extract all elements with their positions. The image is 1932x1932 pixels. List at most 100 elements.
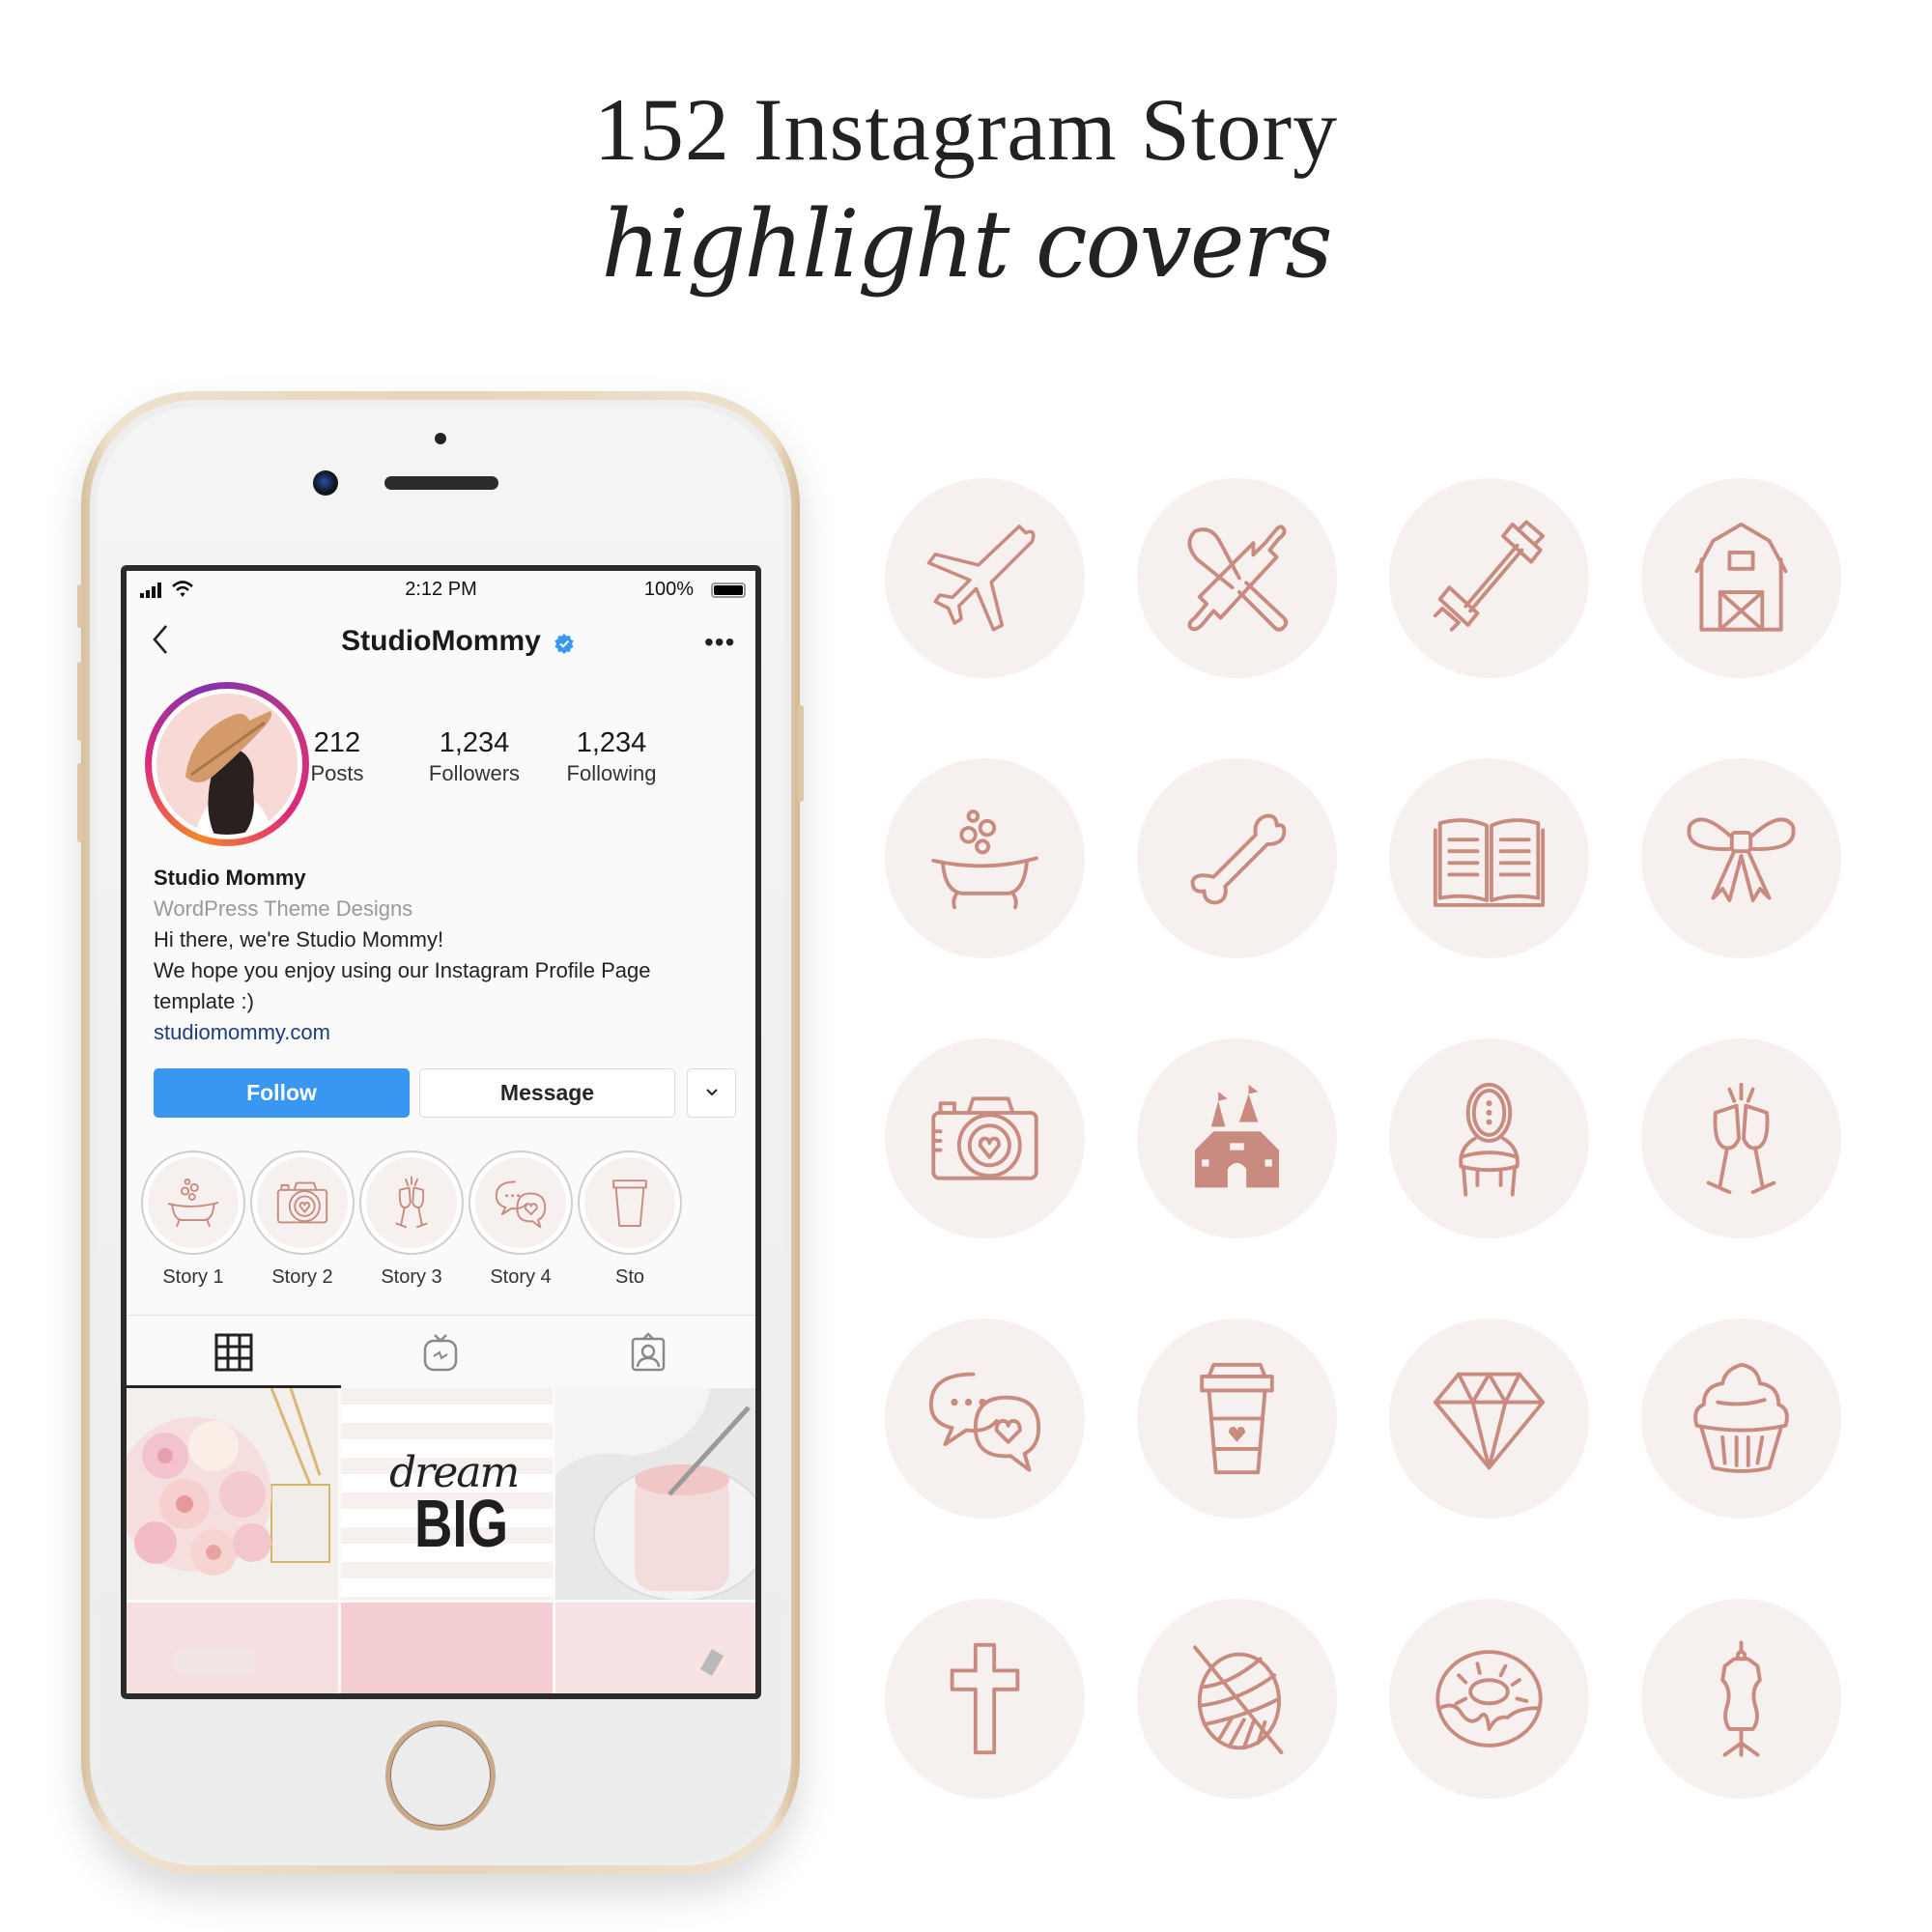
coffee-cup-icon (612, 1179, 647, 1227)
story-highlight-label: Sto (614, 1266, 645, 1288)
highlight-cover (1136, 1598, 1337, 1799)
highlight-cover (1136, 1318, 1337, 1519)
post-thumbnail[interactable] (555, 1388, 755, 1600)
story-highlight-label: Story 3 (381, 1266, 442, 1288)
story-highlight-label: Story 2 (271, 1266, 333, 1288)
display-name: Studio Mommy (154, 866, 306, 890)
paint-stroke (175, 1651, 256, 1672)
highlight-cover (1388, 1318, 1589, 1519)
donut-icon (1435, 1649, 1543, 1747)
highlight-cover (1640, 477, 1841, 678)
bio-line: template :) (154, 989, 254, 1013)
post-thumbnail[interactable] (341, 1603, 553, 1693)
phone-speaker (384, 476, 498, 490)
story-highlight[interactable]: Story 4 (467, 1151, 575, 1289)
highlight-cover (1640, 757, 1841, 958)
profile-username: StudioMommy (341, 625, 541, 657)
more-options-button[interactable]: ••• (704, 627, 735, 658)
highlight-cover (884, 1598, 1085, 1799)
grid-tab-icon[interactable] (213, 1331, 255, 1374)
open-book-icon (1433, 817, 1545, 907)
camera-icon (276, 1181, 328, 1224)
dumbbell-icon (1433, 519, 1545, 632)
website-link[interactable]: studiomommy.com (154, 1017, 733, 1048)
barn-icon (1694, 522, 1787, 632)
story-highlight[interactable]: Sto (576, 1151, 684, 1289)
highlight-cover (884, 1037, 1085, 1238)
page-title: 152 Instagram Story (593, 80, 1339, 179)
highlight-cover (884, 1318, 1085, 1519)
verified-badge-icon (554, 634, 574, 654)
highlight-cover (1640, 1037, 1841, 1238)
story-highlight-label: Story 1 (162, 1266, 224, 1288)
story-highlight[interactable]: Story 3 (357, 1151, 466, 1289)
message-button[interactable]: Message (419, 1068, 675, 1118)
bio-line: Hi there, we're Studio Mommy! (154, 927, 444, 952)
cross-icon (950, 1642, 1019, 1754)
instagram-profile-screen: 2:12 PM 100% StudioMommy ••• 212 Posts 1… (127, 571, 755, 1693)
story-highlight[interactable]: Story 1 (139, 1151, 247, 1289)
phone-volume-down (77, 763, 83, 842)
bathtub-icon (167, 1179, 219, 1227)
stat-following-label: Following (566, 761, 657, 785)
page-subtitle: highlight covers (601, 190, 1332, 298)
bathtub-icon (930, 809, 1038, 909)
highlight-cover (1136, 1037, 1337, 1238)
castle-icon (1194, 1084, 1279, 1187)
dress-form-icon (1719, 1639, 1762, 1757)
stat-followers[interactable]: 1,234 Followers (407, 727, 542, 786)
home-button[interactable] (385, 1720, 496, 1831)
bow-icon (1686, 816, 1796, 902)
profile-bio: Studio Mommy WordPress Theme Designs Hi … (154, 863, 733, 1048)
champagne-icon (1706, 1082, 1776, 1194)
highlight-cover (1388, 1037, 1589, 1238)
camera-icon (930, 1095, 1038, 1180)
stat-followers-label: Followers (428, 761, 521, 785)
chat-bubbles-icon (928, 1372, 1040, 1472)
roses-photo (127, 1388, 338, 1600)
cupcake-icon (1692, 1362, 1789, 1473)
highlight-cover (1136, 477, 1337, 678)
stat-followers-value: 1,234 (439, 727, 510, 758)
battery-percent: 100% (643, 579, 694, 600)
yarn-ball-icon (1192, 1644, 1283, 1754)
stat-following-value: 1,234 (576, 727, 647, 758)
chat-bubbles-icon (495, 1180, 547, 1229)
diamond-icon (1433, 1372, 1545, 1469)
front-camera (313, 470, 338, 496)
tube-cap (699, 1649, 724, 1676)
phone-power-button (798, 705, 804, 802)
stat-posts-label: Posts (310, 761, 364, 785)
champagne-icon (395, 1176, 428, 1229)
profile-category: WordPress Theme Designs (154, 896, 413, 921)
highlight-cover (1388, 1598, 1589, 1799)
bone-icon (1190, 813, 1286, 904)
post-thumbnail[interactable] (127, 1388, 338, 1600)
post-thumbnail[interactable] (127, 1603, 338, 1693)
suggested-dropdown-button[interactable] (687, 1068, 736, 1118)
phone-mute-switch (77, 584, 83, 628)
post-thumbnail[interactable] (555, 1603, 755, 1693)
bio-line: We hope you enjoy using our Instagram Pr… (154, 958, 651, 982)
phone-sensor (435, 433, 446, 444)
post-thumbnail[interactable]: dream BIG (341, 1388, 553, 1600)
igtv-tab-icon[interactable] (419, 1331, 462, 1374)
highlight-cover (884, 757, 1085, 958)
divider (127, 1315, 755, 1316)
chevron-down-icon (705, 1088, 718, 1095)
highlight-cover (1640, 1598, 1841, 1799)
highlight-cover (1388, 477, 1589, 678)
stat-following[interactable]: 1,234 Following (544, 727, 679, 786)
smoothie-photo (555, 1388, 755, 1600)
story-highlight[interactable]: Story 2 (248, 1151, 356, 1289)
chair-icon (1458, 1082, 1520, 1197)
follow-button[interactable]: Follow (154, 1068, 410, 1118)
highlight-cover (1388, 757, 1589, 958)
post-quote-bold: BIG (414, 1486, 509, 1561)
coffee-cup-icon (1199, 1362, 1274, 1474)
highlight-cover (1136, 757, 1337, 958)
stat-posts[interactable]: 212 Posts (270, 727, 405, 786)
battery-icon (711, 582, 746, 598)
tagged-tab-icon[interactable] (627, 1331, 669, 1374)
story-highlight-label: Story 4 (490, 1266, 552, 1288)
